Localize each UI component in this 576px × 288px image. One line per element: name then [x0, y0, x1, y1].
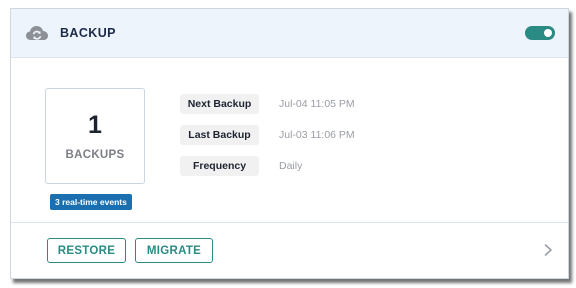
next-backup-label: Next Backup [180, 94, 259, 114]
frequency-value: Daily [279, 160, 303, 172]
chevron-right-icon[interactable] [541, 243, 555, 257]
frequency-label: Frequency [180, 156, 259, 176]
card-title: BACKUP [60, 26, 116, 40]
migrate-button[interactable]: MIGRATE [135, 238, 213, 263]
footer-divider [11, 222, 568, 223]
card-header: BACKUP [11, 9, 568, 58]
backup-count-box: 1 BACKUPS [45, 88, 145, 184]
last-backup-value: Jul-03 11:06 PM [279, 129, 355, 141]
events-badge[interactable]: 3 real-time events [50, 194, 132, 210]
backup-card: BACKUP 1 BACKUPS 3 real-time events Next… [10, 8, 569, 279]
toggle-knob [544, 29, 552, 37]
last-backup-label: Last Backup [180, 125, 259, 145]
restore-button[interactable]: RESTORE [47, 238, 126, 263]
cloud-sync-icon [26, 26, 48, 40]
next-backup-value: Jul-04 11:05 PM [279, 98, 355, 110]
backup-toggle[interactable] [525, 26, 555, 40]
backup-count: 1 [88, 111, 102, 139]
backup-count-label: BACKUPS [65, 149, 125, 161]
